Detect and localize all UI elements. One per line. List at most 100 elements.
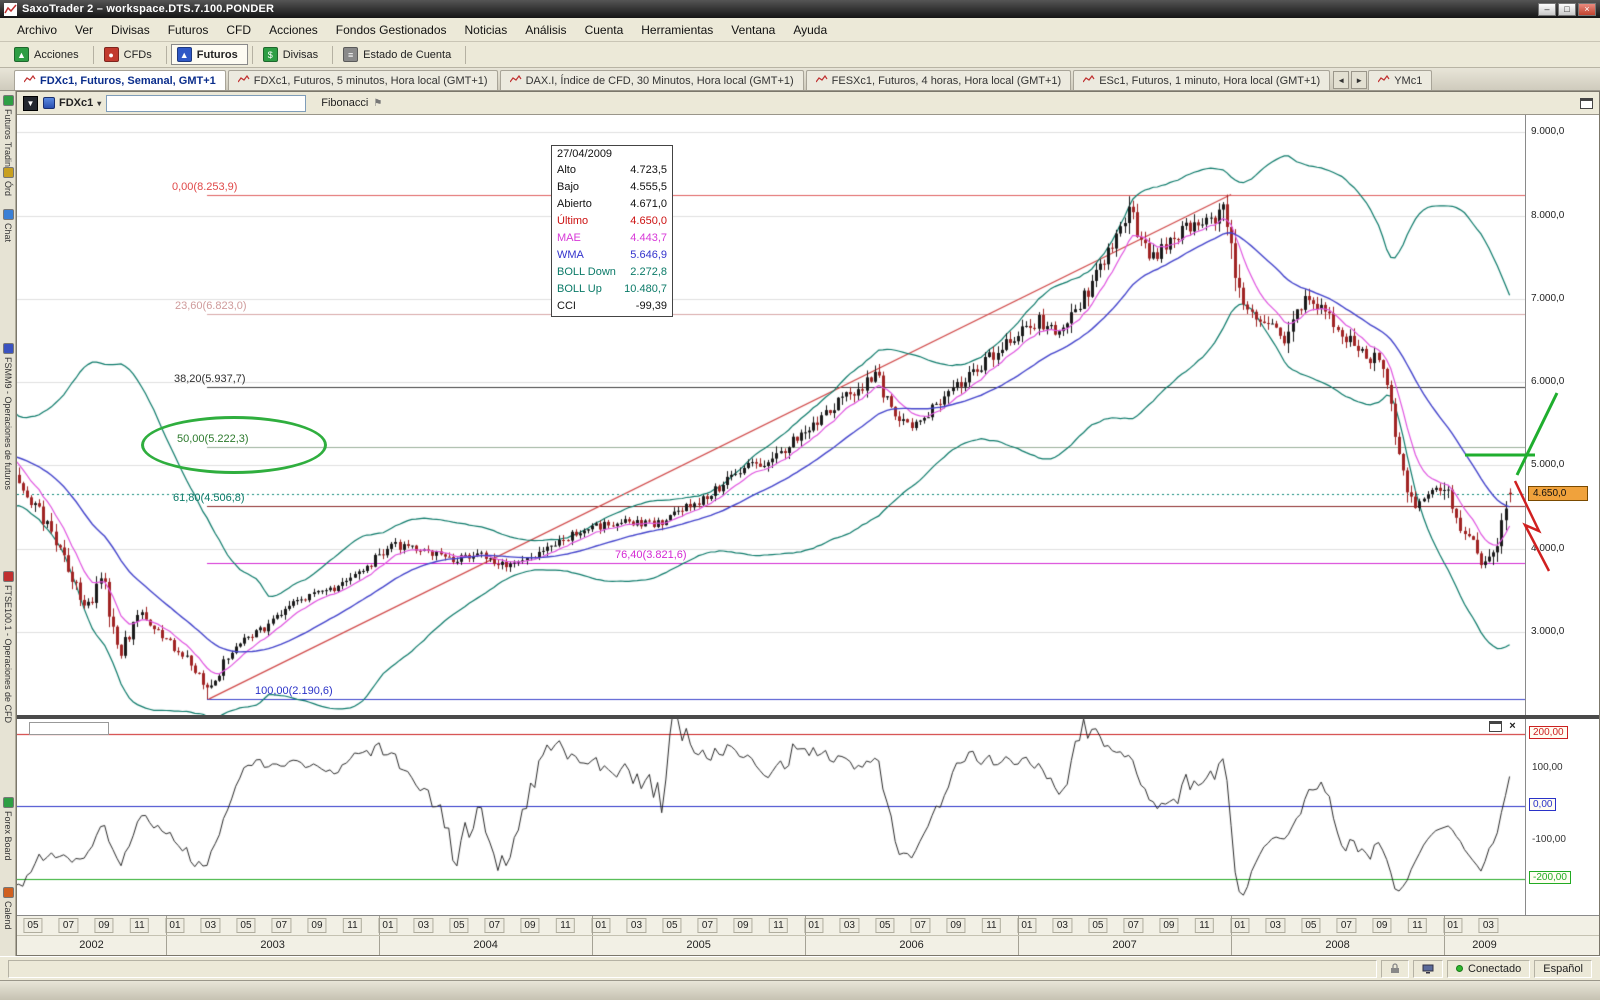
- sidebar-item-chat[interactable]: Chat: [1, 209, 15, 242]
- menu-item-fondos-gestionados[interactable]: Fondos Gestionados: [327, 20, 456, 40]
- symbol-search-input[interactable]: [106, 95, 306, 112]
- sidebar-item-ord[interactable]: Órd: [1, 167, 15, 196]
- cci-close-button[interactable]: ×: [1506, 721, 1519, 732]
- tooltip-label: Último: [557, 215, 588, 230]
- year-tick: [1444, 916, 1445, 935]
- month-label: 11: [556, 918, 574, 933]
- tooltip-label: Abierto: [557, 198, 592, 213]
- chart-window: ▼ FDXc1 ▾ Fibonacci ⚑ 9.000,08.000,07.00…: [16, 91, 1600, 956]
- year-tick: [805, 916, 806, 935]
- chart-tab[interactable]: DAX.I, Índice de CFD, 30 Minutos, Hora l…: [500, 70, 804, 90]
- sidebar-item-futuros-trading[interactable]: Futuros Trading: [1, 95, 15, 172]
- fib-level-label[interactable]: 38,20(5.937,7): [174, 373, 246, 385]
- year-label: 2008: [1325, 939, 1349, 951]
- chart-tab-label: FESXc1, Futuros, 4 horas, Hora local (GM…: [832, 75, 1062, 87]
- month-label: 07: [485, 918, 504, 933]
- symbol-selector[interactable]: FDXc1 ▾: [43, 97, 101, 109]
- month-label: 03: [627, 918, 646, 933]
- menu-item-analisis[interactable]: Análisis: [516, 20, 575, 40]
- minimize-button[interactable]: –: [1538, 3, 1556, 16]
- month-label: 11: [982, 918, 1000, 933]
- cci-axis-label: 200,00: [1529, 726, 1568, 739]
- month-label: 05: [23, 918, 42, 933]
- ftse100-1-operaciones-de-cfd-icon: [3, 571, 14, 582]
- toolbar-futuros-button[interactable]: ▲Futuros: [171, 44, 248, 65]
- toolbar-separator: [465, 46, 466, 64]
- chart-maximize-button[interactable]: [1580, 98, 1593, 109]
- tooltip-value: 4.443,7: [630, 232, 667, 247]
- sidebar-item-forex-board[interactable]: Forex Board: [1, 797, 15, 861]
- menu-item-noticias[interactable]: Noticias: [456, 20, 517, 40]
- tab-scroll-right-button[interactable]: ►: [1351, 71, 1367, 89]
- ord-icon: [3, 167, 14, 178]
- menu-item-herramientas[interactable]: Herramientas: [632, 20, 722, 40]
- toolbar-estado-de-cuenta-button[interactable]: ≡Estado de Cuenta: [337, 44, 461, 65]
- month-label: 01: [804, 918, 823, 933]
- year-tick: [1231, 916, 1232, 935]
- chart-menu-button[interactable]: ▼: [23, 96, 38, 111]
- drawing-tool-label[interactable]: Fibonacci: [321, 97, 368, 109]
- fib-level-label[interactable]: 76,40(3.821,6): [615, 549, 687, 561]
- sidebar-item-ftse100-1-operaciones-de-cfd[interactable]: FTSE100.1 - Operaciones de CFD: [1, 571, 15, 723]
- toolbar-cfds-button[interactable]: ●CFDs: [98, 44, 162, 65]
- tooltip-date: 27/04/2009: [552, 146, 672, 163]
- ellipse-annotation[interactable]: [141, 416, 327, 474]
- cci-legend-box[interactable]: [29, 722, 109, 735]
- chart-tab[interactable]: YMc1: [1368, 70, 1432, 90]
- month-label: 11: [343, 918, 361, 933]
- year-tick: [1018, 916, 1019, 935]
- month-label: 03: [1266, 918, 1285, 933]
- price-axis-label: 9.000,0: [1531, 126, 1564, 137]
- menu-item-ventana[interactable]: Ventana: [722, 20, 784, 40]
- menu-item-futuros[interactable]: Futuros: [159, 20, 218, 40]
- symbol-label: FDXc1: [59, 97, 93, 109]
- menu-item-divisas[interactable]: Divisas: [102, 20, 159, 40]
- menu-item-ayuda[interactable]: Ayuda: [784, 20, 836, 40]
- fsmm9-operaciones-de-futuros-icon: [3, 343, 14, 354]
- toolbar-divisas-button[interactable]: $Divisas: [257, 44, 328, 65]
- year-label: 2005: [686, 939, 710, 951]
- fib-level-label[interactable]: 100,00(2.190,6): [255, 685, 333, 697]
- candlestick-chart-canvas[interactable]: [17, 115, 1525, 715]
- menu-item-cfd[interactable]: CFD: [217, 20, 260, 40]
- tooltip-value: 2.272,8: [630, 266, 667, 281]
- close-button[interactable]: ×: [1578, 3, 1596, 16]
- forex-board-icon: [3, 797, 14, 808]
- month-label: 09: [520, 918, 539, 933]
- maximize-button[interactable]: □: [1558, 3, 1576, 16]
- sidebar-item-fsmm9-operaciones-de-futuros[interactable]: FSMM9 - Operaciones de futuros: [1, 343, 15, 490]
- calend-icon: [3, 887, 14, 898]
- tooltip-value: 4.723,5: [630, 164, 667, 179]
- menu-item-archivo[interactable]: Archivo: [8, 20, 66, 40]
- chart-tab[interactable]: FDXc1, Futuros, 5 minutos, Hora local (G…: [228, 70, 498, 90]
- month-label: 07: [1124, 918, 1143, 933]
- window-controls: –□×: [1538, 3, 1596, 16]
- time-axis-months: 0507091101030507091101030507091101030507…: [17, 915, 1599, 935]
- year-tick: [592, 916, 593, 935]
- month-label: 09: [733, 918, 752, 933]
- cfds-icon: ●: [104, 47, 119, 62]
- tab-scroll-left-button[interactable]: ◄: [1333, 71, 1349, 89]
- month-label: 03: [1479, 918, 1498, 933]
- cci-chart-canvas[interactable]: [17, 719, 1525, 915]
- menu-item-acciones[interactable]: Acciones: [260, 20, 327, 40]
- toolbar-acciones-button[interactable]: ▲Acciones: [8, 44, 89, 65]
- pin-icon[interactable]: ⚑: [373, 98, 382, 109]
- chart-tab-label: FDXc1, Futuros, 5 minutos, Hora local (G…: [254, 75, 488, 87]
- cci-maximize-button[interactable]: [1489, 721, 1502, 732]
- chart-tab[interactable]: FDXc1, Futuros, Semanal, GMT+1: [14, 70, 226, 90]
- sidebar-item-label: FSMM9 - Operaciones de futuros: [3, 357, 13, 490]
- fib-level-label[interactable]: 61,80(4.506,8): [173, 492, 245, 504]
- chart-tab[interactable]: FESXc1, Futuros, 4 horas, Hora local (GM…: [806, 70, 1072, 90]
- sidebar-item-calend[interactable]: Calend: [1, 887, 15, 930]
- month-label: 07: [698, 918, 717, 933]
- month-label: 05: [1301, 918, 1320, 933]
- fib-level-label[interactable]: 23,60(6.823,0): [175, 300, 247, 312]
- trend-annotation-arrows[interactable]: [1461, 383, 1569, 575]
- fib-level-label[interactable]: 0,00(8.253,9): [172, 181, 237, 193]
- month-label: 05: [1088, 918, 1107, 933]
- chart-tab[interactable]: ESc1, Futuros, 1 minuto, Hora local (GMT…: [1073, 70, 1330, 90]
- menu-item-ver[interactable]: Ver: [66, 20, 102, 40]
- menu-item-cuenta[interactable]: Cuenta: [576, 20, 633, 40]
- toolbar-button-label: Acciones: [34, 49, 79, 61]
